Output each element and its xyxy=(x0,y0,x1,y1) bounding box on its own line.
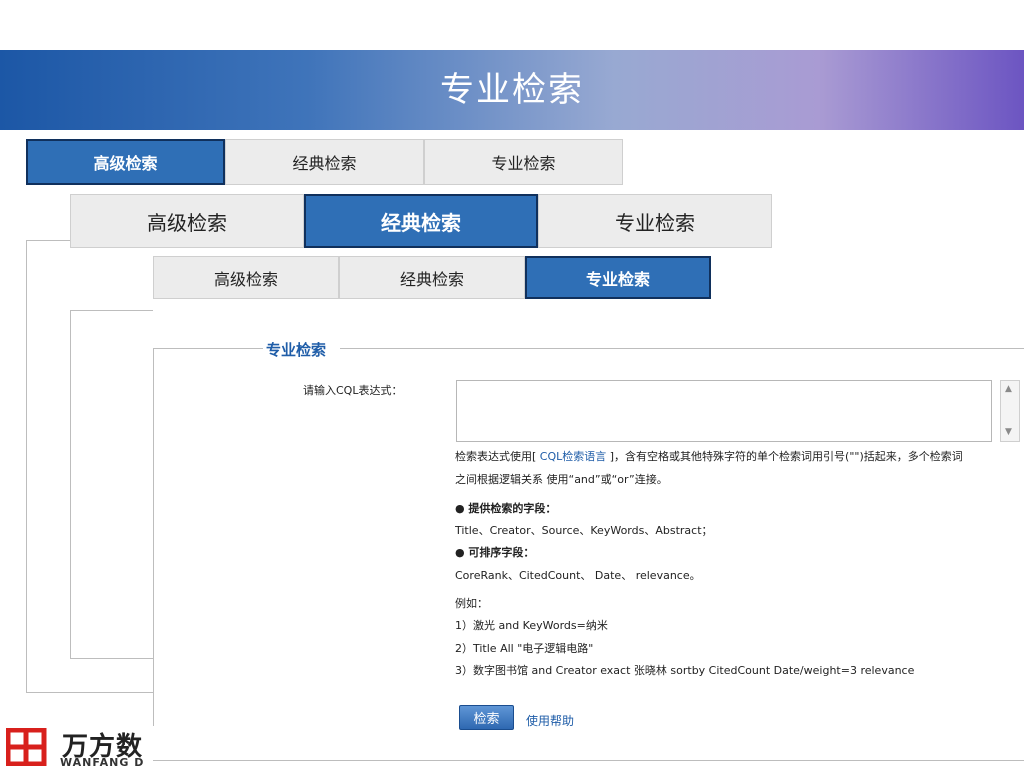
fields-list: Title、Creator、Source、KeyWords、Abstract； xyxy=(455,524,713,537)
tab-classic-search[interactable]: 经典检索 xyxy=(304,194,538,248)
tab-advanced-search[interactable]: 高级检索 xyxy=(153,256,339,299)
wanfang-logo-icon xyxy=(6,728,47,766)
panel-legend: 专业检索 xyxy=(264,339,329,360)
frame-line xyxy=(70,658,154,659)
example-item: 3）数字图书馆 and Creator exact 张晓林 sortby Cit… xyxy=(455,664,915,677)
cql-input-label: 请输入CQL表达式： xyxy=(303,384,403,397)
panel-border-top-left xyxy=(153,348,263,349)
scroll-down-icon[interactable]: ▼ xyxy=(1005,427,1012,437)
tab-professional-search[interactable]: 专业检索 xyxy=(424,139,623,185)
help-line-2: 之间根据逻辑关系 使用“and”或“or”连接。 xyxy=(455,473,668,486)
wanfang-logo: 万方数 WANFANG D xyxy=(6,726,156,769)
frame-line xyxy=(26,692,154,693)
tab-classic-search[interactable]: 经典检索 xyxy=(225,139,424,185)
help-text: ]，含有空格或其他特殊字符的单个检索词用引号("")括起来，多个检索词 xyxy=(606,450,963,463)
frame-line xyxy=(26,240,27,692)
cql-input-scrollbar[interactable]: ▲ ▼ xyxy=(1000,380,1020,442)
help-line-1: 检索表达式使用[ CQL检索语言 ]，含有空格或其他特殊字符的单个检索词用引号(… xyxy=(455,448,1024,464)
tab-professional-search[interactable]: 专业检索 xyxy=(525,256,711,299)
panel-border-left xyxy=(153,348,154,760)
tab-bar-large: 高级检索 经典检索 专业检索 xyxy=(70,194,772,248)
frame-line xyxy=(70,310,153,311)
example-item: 2）Title All "电子逻辑电路" xyxy=(455,642,594,655)
banner-notch xyxy=(908,130,1024,138)
search-button[interactable]: 检索 xyxy=(459,705,514,730)
cql-language-link[interactable]: CQL检索语言 xyxy=(540,450,606,463)
tab-professional-search[interactable]: 专业检索 xyxy=(538,194,772,248)
example-heading: 例如： xyxy=(455,597,488,610)
tab-advanced-search[interactable]: 高级检索 xyxy=(70,194,304,248)
tab-classic-search[interactable]: 经典检索 xyxy=(339,256,525,299)
panel-border-bottom xyxy=(153,760,1024,761)
scroll-up-icon[interactable]: ▲ xyxy=(1005,384,1012,394)
cql-input[interactable] xyxy=(456,380,992,442)
tab-bar-medium: 高级检索 经典检索 专业检索 xyxy=(153,256,711,299)
frame-line xyxy=(70,310,71,658)
sort-fields-list: CoreRank、CitedCount、 Date、 relevance。 xyxy=(455,569,701,582)
sort-heading: ● 可排序字段： xyxy=(455,546,535,559)
logo-text-en: WANFANG D xyxy=(60,756,145,769)
usage-help-link[interactable]: 使用帮助 xyxy=(526,712,574,729)
tab-bar-small: 高级检索 经典检索 专业检索 xyxy=(26,139,623,185)
fields-heading: ● 提供检索的字段： xyxy=(455,502,557,515)
example-item: 1）激光 and KeyWords=纳米 xyxy=(455,619,608,632)
tab-advanced-search[interactable]: 高级检索 xyxy=(26,139,225,185)
help-text: 检索表达式使用[ xyxy=(455,450,540,463)
frame-line xyxy=(26,240,70,241)
slide-title: 专业检索 xyxy=(440,70,584,110)
panel-border-top-right xyxy=(340,348,1024,349)
